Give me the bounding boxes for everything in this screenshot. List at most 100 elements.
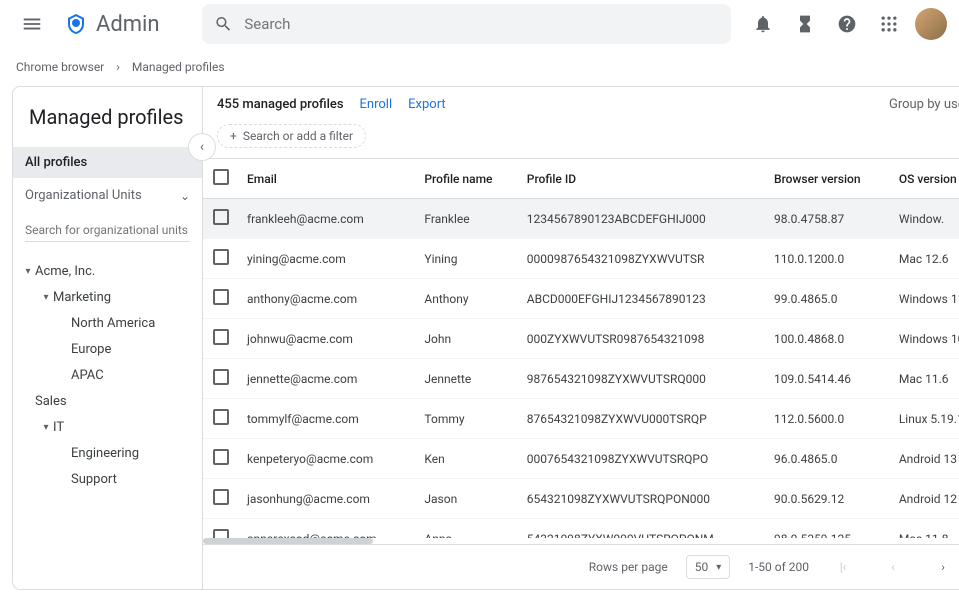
ou-tree-item[interactable]: Engineering bbox=[21, 440, 194, 466]
rows-per-page-label: Rows per page bbox=[589, 560, 668, 574]
collapse-panel-button[interactable]: ‹ bbox=[188, 133, 216, 161]
cell-os: Mac 12.6 bbox=[891, 239, 959, 279]
ou-tree-item[interactable]: Europe bbox=[21, 336, 194, 362]
table-row[interactable]: johnwu@acme.comJohn000ZYXWVUTSR098765432… bbox=[203, 319, 959, 359]
chevron-down-icon: ▾ bbox=[21, 266, 35, 277]
column-header[interactable]: Email bbox=[239, 159, 416, 199]
ou-header-label: Organizational Units bbox=[25, 188, 142, 203]
ou-label: IT bbox=[53, 420, 64, 435]
column-header[interactable]: Profile ID bbox=[519, 159, 766, 199]
main-content: Chrome browser › Managed profiles ‹ Mana… bbox=[0, 48, 959, 600]
cell-email: kenpeteryo@acme.com bbox=[239, 439, 416, 479]
ou-label: Marketing bbox=[53, 290, 111, 305]
table-row[interactable]: anthony@acme.comAnthonyABCD000EFGHIJ1234… bbox=[203, 279, 959, 319]
cell-os: Windows 10 bbox=[891, 319, 959, 359]
all-profiles-button[interactable]: All profiles bbox=[13, 147, 202, 178]
row-checkbox[interactable] bbox=[213, 209, 229, 225]
bell-icon bbox=[753, 14, 773, 34]
column-header[interactable]: Browser version bbox=[766, 159, 891, 199]
next-page-button[interactable]: › bbox=[927, 551, 959, 583]
search-input[interactable] bbox=[244, 15, 719, 33]
row-checkbox[interactable] bbox=[213, 409, 229, 425]
ou-label: Acme, Inc. bbox=[35, 264, 95, 279]
ou-tree-item[interactable]: Sales bbox=[21, 388, 194, 414]
row-checkbox[interactable] bbox=[213, 369, 229, 385]
row-checkbox[interactable] bbox=[213, 329, 229, 345]
row-checkbox[interactable] bbox=[213, 489, 229, 505]
ou-tree-item[interactable]: APAC bbox=[21, 362, 194, 388]
cell-email: tommylf@acme.com bbox=[239, 399, 416, 439]
ou-tree-item[interactable]: Support bbox=[21, 466, 194, 492]
row-checkbox[interactable] bbox=[213, 249, 229, 265]
row-checkbox[interactable] bbox=[213, 449, 229, 465]
help-button[interactable] bbox=[827, 4, 867, 44]
cell-name: John bbox=[416, 319, 518, 359]
row-checkbox[interactable] bbox=[213, 289, 229, 305]
column-header[interactable]: Profile name bbox=[416, 159, 518, 199]
cell-browser: 98.0.4758.87 bbox=[766, 199, 891, 239]
ou-label: North America bbox=[71, 316, 155, 331]
ou-tree-item[interactable]: ▾Acme, Inc. bbox=[21, 258, 194, 284]
breadcrumb-item[interactable]: Chrome browser bbox=[16, 60, 104, 74]
top-bar: Admin bbox=[0, 0, 959, 48]
table-row[interactable]: frankleeh@acme.comFranklee1234567890123A… bbox=[203, 199, 959, 239]
table-scroll[interactable]: EmailProfile nameProfile IDBrowser versi… bbox=[203, 158, 959, 538]
cell-os: Android 13 bbox=[891, 439, 959, 479]
export-link[interactable]: Export bbox=[408, 97, 446, 112]
cell-name: Yining bbox=[416, 239, 518, 279]
select-all-checkbox[interactable] bbox=[213, 169, 229, 185]
cell-name: Ken bbox=[416, 439, 518, 479]
panel-toolbar: 455 managed profiles Enroll Export Group… bbox=[203, 87, 959, 120]
cell-id: 1234567890123ABCDEFGHIJ000 bbox=[519, 199, 766, 239]
cell-id: 54321098ZYXW000VUTSRQPONM bbox=[519, 519, 766, 539]
cell-id: 0007654321098ZYXWVUTSRQPO bbox=[519, 439, 766, 479]
add-filter-button[interactable]: + Search or add a filter bbox=[217, 124, 366, 148]
menu-button[interactable] bbox=[12, 4, 52, 44]
row-checkbox[interactable] bbox=[213, 529, 229, 538]
table-row[interactable]: yining@acme.comYining0000987654321098ZYX… bbox=[203, 239, 959, 279]
table-row[interactable]: jennette@acme.comJennette987654321098ZYX… bbox=[203, 359, 959, 399]
cell-email: annarexcod@acme.com bbox=[239, 519, 416, 539]
search-icon bbox=[214, 14, 233, 34]
user-avatar[interactable] bbox=[915, 8, 947, 40]
brand: Admin bbox=[64, 12, 160, 37]
first-page-button[interactable]: |‹ bbox=[827, 551, 859, 583]
rows-per-page-select[interactable]: 50 ▾ bbox=[686, 555, 731, 579]
breadcrumb-item[interactable]: Managed profiles bbox=[132, 60, 225, 74]
hourglass-icon bbox=[795, 14, 815, 34]
page-range: 1-50 of 200 bbox=[748, 560, 809, 574]
table-row[interactable]: tommylf@acme.comTommy87654321098ZYXWVU00… bbox=[203, 399, 959, 439]
global-search[interactable] bbox=[202, 4, 731, 44]
table-row[interactable]: annarexcod@acme.comAnna54321098ZYXW000VU… bbox=[203, 519, 959, 539]
chevron-down-icon: ⌄ bbox=[180, 189, 190, 203]
ou-tree-item[interactable]: North America bbox=[21, 310, 194, 336]
enroll-link[interactable]: Enroll bbox=[360, 97, 393, 112]
table-row[interactable]: kenpeteryo@acme.comKen0007654321098ZYXWV… bbox=[203, 439, 959, 479]
cell-browser: 98.0.5359.125 bbox=[766, 519, 891, 539]
cell-os: Android 12 bbox=[891, 479, 959, 519]
ou-search-input[interactable] bbox=[25, 223, 190, 242]
brand-title: Admin bbox=[96, 12, 160, 37]
chevron-down-icon: ▾ bbox=[39, 422, 53, 433]
hourglass-button[interactable] bbox=[785, 4, 825, 44]
ou-tree: ▾Acme, Inc.▾MarketingNorth AmericaEurope… bbox=[13, 252, 202, 498]
cell-name: Anthony bbox=[416, 279, 518, 319]
cell-email: jennette@acme.com bbox=[239, 359, 416, 399]
ou-section-header[interactable]: Organizational Units ⌄ bbox=[13, 178, 202, 213]
rows-per-page-value: 50 bbox=[695, 560, 709, 574]
column-header[interactable]: OS version bbox=[891, 159, 959, 199]
chevron-down-icon: ▾ bbox=[39, 292, 53, 303]
notifications-button[interactable] bbox=[743, 4, 783, 44]
admin-logo-icon bbox=[64, 12, 88, 36]
apps-launcher-button[interactable] bbox=[869, 4, 909, 44]
prev-page-button[interactable]: ‹ bbox=[877, 551, 909, 583]
cell-name: Jason bbox=[416, 479, 518, 519]
apps-grid-icon bbox=[879, 14, 899, 34]
ou-tree-item[interactable]: ▾Marketing bbox=[21, 284, 194, 310]
horizontal-scrollbar[interactable] bbox=[203, 538, 959, 544]
table-row[interactable]: jasonhung@acme.comJason654321098ZYXWVUTS… bbox=[203, 479, 959, 519]
cell-browser: 110.0.1200.0 bbox=[766, 239, 891, 279]
ou-label: Sales bbox=[35, 394, 67, 409]
cell-id: 987654321098ZYXWVUTSRQ000 bbox=[519, 359, 766, 399]
ou-tree-item[interactable]: ▾IT bbox=[21, 414, 194, 440]
